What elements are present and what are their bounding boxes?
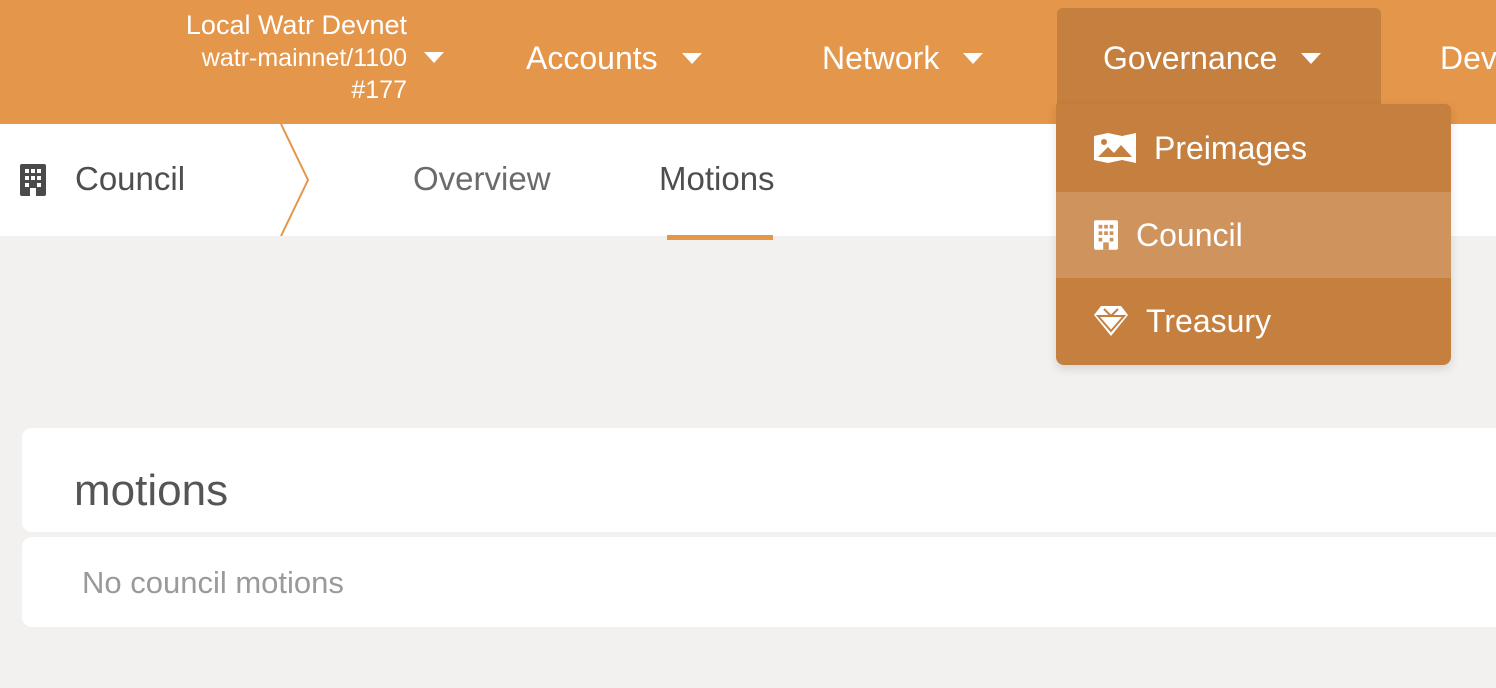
menu-item-treasury-label: Treasury <box>1146 302 1272 339</box>
menu-item-preimages-label: Preimages <box>1154 129 1307 166</box>
chain-spec: watr-mainnet/1100 <box>201 44 407 72</box>
chevron-down-icon <box>1301 52 1322 64</box>
chevron-down-icon <box>681 52 702 64</box>
governance-dropdown-menu: Preimages Council Treasury <box>1056 104 1451 365</box>
chain-name: Local Watr Devnet <box>185 10 407 40</box>
nav-governance-label: Governance <box>1103 39 1278 76</box>
gem-icon <box>1094 306 1128 336</box>
nav-network-label: Network <box>822 39 940 76</box>
motions-empty-card: No council motions <box>22 537 1496 627</box>
menu-item-treasury[interactable]: Treasury <box>1056 278 1451 364</box>
chevron-down-icon[interactable] <box>424 50 444 68</box>
nav-accounts-label: Accounts <box>526 39 658 76</box>
nav-accounts[interactable]: Accounts <box>526 36 702 80</box>
building-icon <box>20 164 46 201</box>
tab-motions[interactable]: Motions <box>659 160 775 198</box>
chevron-down-icon <box>963 52 984 64</box>
chain-selector[interactable]: Local Watr Devnet watr-mainnet/1100 #177 <box>87 8 407 106</box>
menu-item-council-label: Council <box>1136 216 1243 253</box>
section-title: Council <box>75 160 186 197</box>
chain-block-number: #177 <box>351 76 407 104</box>
motions-header-card: motions <box>22 428 1496 532</box>
menu-item-preimages[interactable]: Preimages <box>1056 105 1451 191</box>
nav-developer[interactable]: Dev <box>1440 36 1496 80</box>
image-icon <box>1094 133 1136 163</box>
nav-developer-label: Dev <box>1440 39 1496 76</box>
building-icon <box>1094 219 1118 251</box>
breadcrumb-chevron-icon <box>278 123 312 241</box>
tab-overview[interactable]: Overview <box>413 160 551 198</box>
motions-heading: motions <box>74 466 229 515</box>
nav-governance[interactable]: Governance <box>1103 36 1322 80</box>
empty-state-text: No council motions <box>82 565 344 600</box>
active-tab-indicator <box>667 235 773 240</box>
nav-network[interactable]: Network <box>822 36 984 80</box>
menu-item-council[interactable]: Council <box>1056 192 1451 278</box>
